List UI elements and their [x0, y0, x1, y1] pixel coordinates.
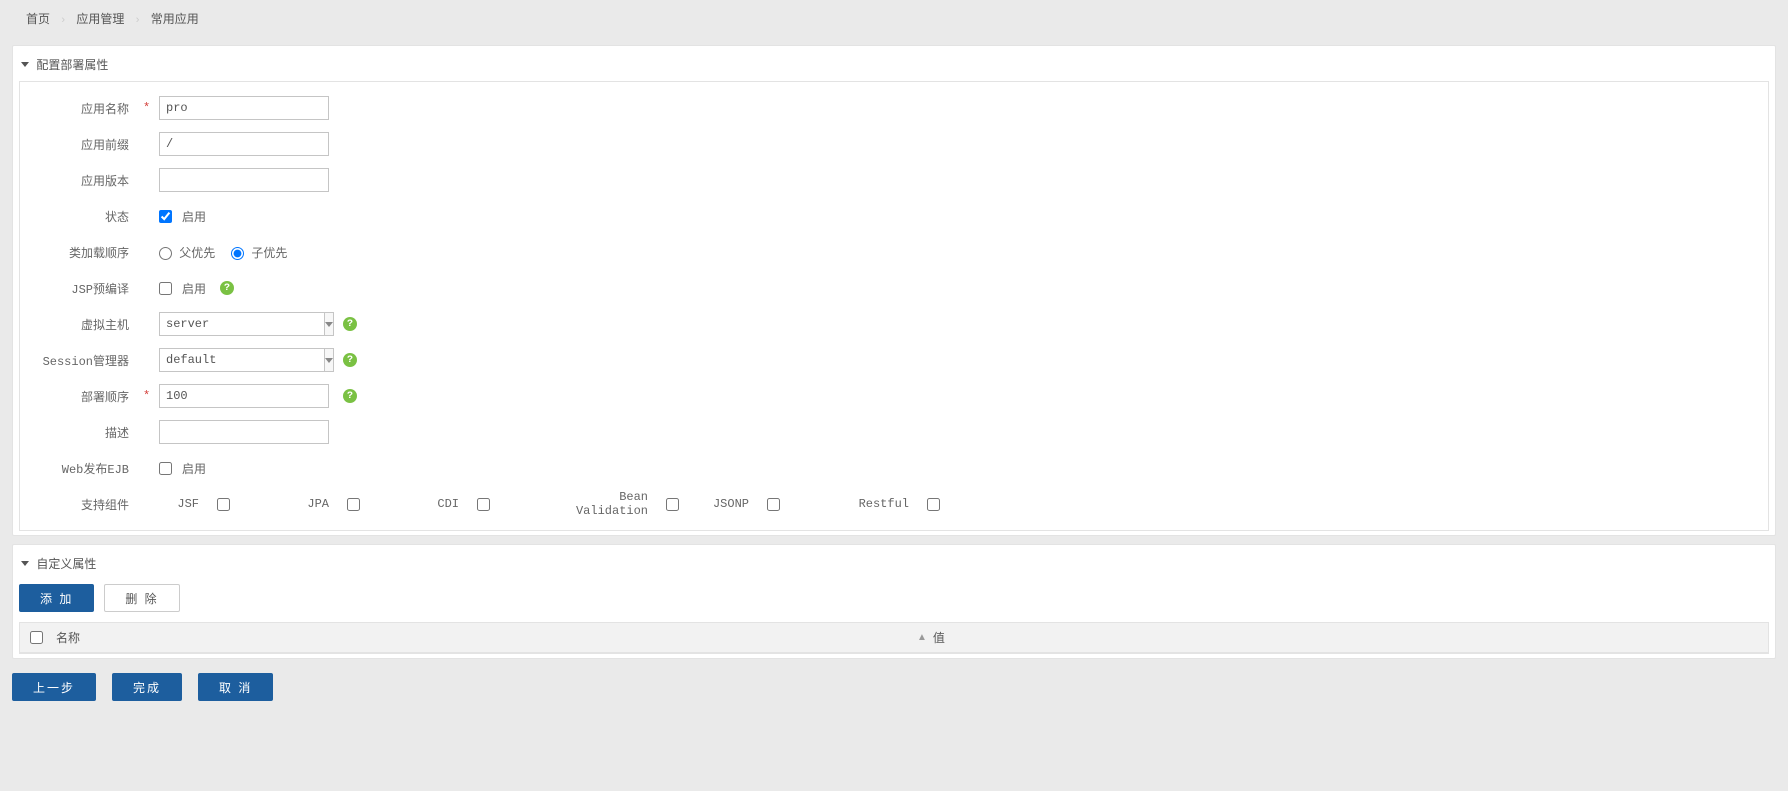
caret-down-icon[interactable] — [21, 62, 29, 67]
label-app-prefix: 应用前缀 — [24, 136, 139, 153]
finish-button[interactable]: 完成 — [112, 673, 182, 701]
sort-icon[interactable]: ▲ — [917, 632, 927, 643]
input-deploy-order[interactable] — [159, 384, 329, 408]
label-comp-jsf: JSF — [159, 497, 199, 511]
checkbox-comp-jsonp[interactable] — [767, 498, 780, 511]
chevron-right-icon: › — [61, 14, 65, 26]
label-status: 状态 — [24, 208, 139, 225]
checkbox-comp-restful[interactable] — [927, 498, 940, 511]
radio-child-first[interactable] — [231, 247, 244, 260]
label-deploy-order: 部署顺序 — [24, 388, 139, 405]
label-webejb-enable: 启用 — [182, 460, 206, 477]
radio-parent-first[interactable] — [159, 247, 172, 260]
label-comp-jpa: JPA — [289, 497, 329, 511]
panel-title: 自定义属性 — [36, 557, 96, 571]
checkbox-comp-cdi[interactable] — [477, 498, 490, 511]
crumb-current[interactable]: 常用应用 — [151, 12, 199, 26]
label-app-version: 应用版本 — [24, 172, 139, 189]
required-mark: * — [143, 389, 153, 403]
label-components: 支持组件 — [24, 496, 139, 513]
breadcrumb: 首页 › 应用管理 › 常用应用 — [12, 0, 1776, 37]
combo-input-virtual-host[interactable] — [159, 312, 324, 336]
label-class-load-order: 类加载顺序 — [24, 244, 139, 261]
custom-props-table: 名称 ▲ 值 — [19, 622, 1769, 654]
checkbox-comp-beanval[interactable] — [666, 498, 679, 511]
input-app-name[interactable] — [159, 96, 329, 120]
label-comp-beanval: Bean Validation — [549, 490, 648, 518]
help-icon[interactable]: ? — [343, 389, 357, 403]
chevron-down-icon — [325, 322, 333, 327]
checkbox-jsp-precompile[interactable] — [159, 282, 172, 295]
input-app-version[interactable] — [159, 168, 329, 192]
combo-virtual-host[interactable] — [159, 312, 329, 336]
label-comp-restful: Restful — [839, 497, 909, 511]
prev-step-button[interactable]: 上一步 — [12, 673, 96, 701]
combo-trigger-session-manager[interactable] — [324, 348, 334, 372]
checkbox-status-enable[interactable] — [159, 210, 172, 223]
column-header-value[interactable]: 值 — [933, 629, 945, 646]
label-comp-cdi: CDI — [419, 497, 459, 511]
input-description[interactable] — [159, 420, 329, 444]
label-app-name: 应用名称 — [24, 100, 139, 117]
column-header-name[interactable]: 名称 — [56, 629, 80, 646]
help-icon[interactable]: ? — [220, 281, 234, 295]
required-mark: * — [143, 101, 153, 115]
crumb-home[interactable]: 首页 — [26, 12, 50, 26]
label-jsp-precompile: JSP预编译 — [24, 280, 139, 297]
input-app-prefix[interactable] — [159, 132, 329, 156]
caret-down-icon[interactable] — [21, 561, 29, 566]
help-icon[interactable]: ? — [343, 353, 357, 367]
checkbox-comp-jsf[interactable] — [217, 498, 230, 511]
combo-trigger-virtual-host[interactable] — [324, 312, 334, 336]
label-web-ejb: Web发布EJB — [24, 460, 139, 477]
label-jsp-enable: 启用 — [182, 280, 206, 297]
chevron-right-icon: › — [136, 14, 140, 26]
label-child-first: 子优先 — [251, 247, 287, 261]
label-enable: 启用 — [182, 208, 206, 225]
crumb-app-mgmt[interactable]: 应用管理 — [76, 12, 124, 26]
chevron-down-icon — [325, 358, 333, 363]
checkbox-select-all[interactable] — [30, 631, 43, 644]
label-virtual-host: 虚拟主机 — [24, 316, 139, 333]
combo-input-session-manager[interactable] — [159, 348, 324, 372]
label-parent-first: 父优先 — [179, 247, 215, 261]
checkbox-comp-jpa[interactable] — [347, 498, 360, 511]
footer-actions: 上一步 完成 取 消 — [12, 673, 1776, 701]
label-session-manager: Session管理器 — [24, 352, 139, 369]
panel-deploy-config: 配置部署属性 应用名称 * 应用前缀 应用版本 状态 — [12, 45, 1776, 536]
label-description: 描述 — [24, 424, 139, 441]
checkbox-web-ejb[interactable] — [159, 462, 172, 475]
combo-session-manager[interactable] — [159, 348, 329, 372]
label-comp-jsonp: JSONP — [679, 497, 749, 511]
panel-custom-props: 自定义属性 添 加 删 除 名称 ▲ 值 — [12, 544, 1776, 659]
delete-button[interactable]: 删 除 — [104, 584, 179, 612]
cancel-button[interactable]: 取 消 — [198, 673, 273, 701]
panel-title: 配置部署属性 — [36, 58, 108, 72]
add-button[interactable]: 添 加 — [19, 584, 94, 612]
help-icon[interactable]: ? — [343, 317, 357, 331]
